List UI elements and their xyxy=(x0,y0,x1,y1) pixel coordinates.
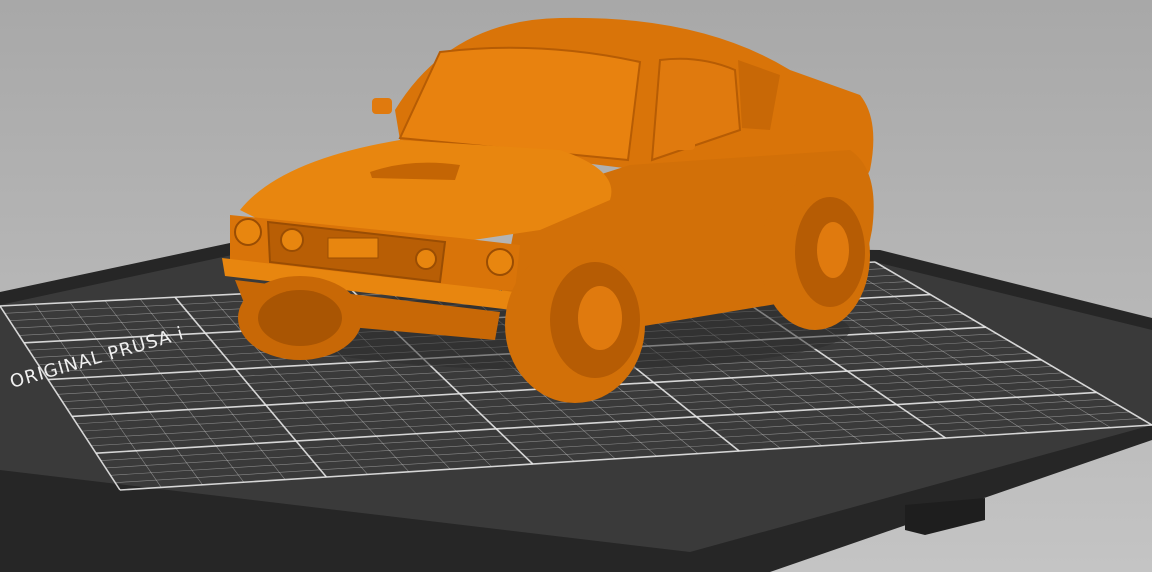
wheel-front-left xyxy=(238,276,362,360)
wheel-rear-right xyxy=(760,180,870,330)
wheel-front-right xyxy=(505,247,645,403)
3d-viewport[interactable]: ORIGINAL PRUSA i xyxy=(0,0,1152,572)
car-model[interactable] xyxy=(222,17,874,403)
scene: ORIGINAL PRUSA i xyxy=(0,17,1152,572)
